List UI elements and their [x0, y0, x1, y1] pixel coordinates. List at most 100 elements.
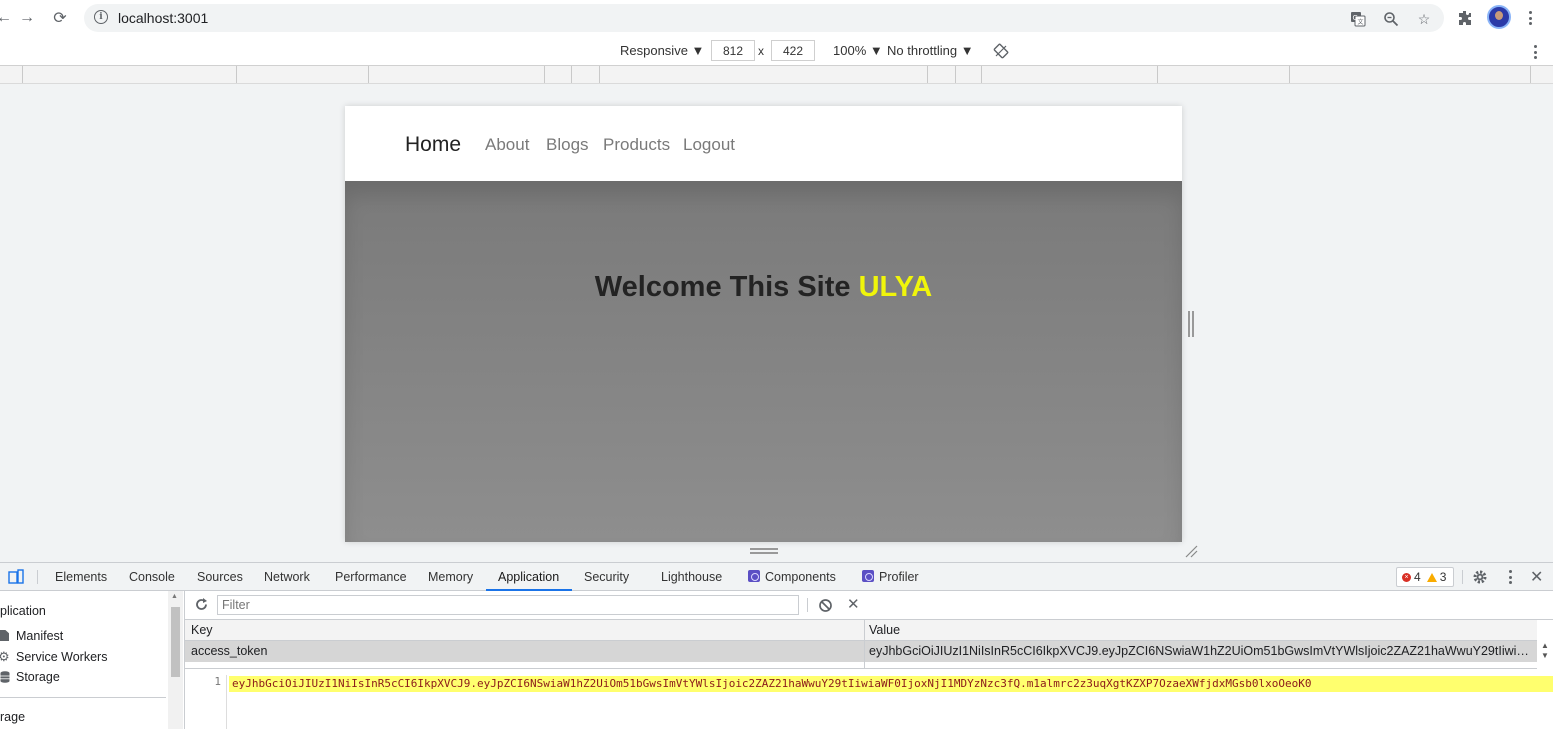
value-preview: 1 eyJhbGciOiJIUzI1NiIsInR5cCI6IkpXVCJ9.e…	[185, 670, 1553, 729]
tab-security[interactable]: Security	[584, 570, 629, 584]
tab-memory[interactable]: Memory	[428, 570, 473, 584]
react-components-icon	[748, 570, 760, 582]
address-bar[interactable]: i localhost:3001 G文 ☆	[84, 4, 1444, 32]
sidebar-item-manifest[interactable]: Manifest	[16, 629, 63, 643]
error-icon: ×	[1402, 572, 1411, 582]
throttling-select[interactable]: No throttling ▼	[887, 43, 974, 58]
tab-console[interactable]: Console	[129, 570, 175, 584]
zoom-icon[interactable]	[1382, 10, 1400, 28]
line-number: 1	[185, 675, 227, 729]
devtools-tabbar: Elements Console Sources Network Perform…	[0, 563, 1553, 591]
zoom-select[interactable]: 100% ▼	[833, 43, 883, 58]
hero-title: Welcome This Site ULYA	[345, 271, 1182, 304]
refresh-icon[interactable]	[194, 597, 209, 612]
sidebar-scroll-thumb[interactable]	[171, 607, 180, 677]
device-toggle-icon[interactable]	[8, 569, 24, 585]
page-viewport: Home About Blogs Products Logout Welcome…	[345, 106, 1182, 542]
error-count: 4	[1414, 570, 1421, 584]
dimension-separator: x	[758, 44, 764, 58]
device-select[interactable]: Responsive ▼	[620, 43, 704, 58]
close-devtools-icon[interactable]: ✕	[1530, 567, 1543, 587]
delete-selected-icon[interactable]: ✕	[847, 595, 860, 613]
tab-profiler-label: Profiler	[879, 570, 919, 584]
hero-title-highlight: ULYA	[858, 271, 933, 303]
resize-handle-corner[interactable]	[1184, 544, 1198, 558]
sidebar-section-application[interactable]: plication	[0, 604, 46, 618]
table-scroll-up-icon[interactable]: ▲	[1537, 641, 1553, 651]
tab-application[interactable]: Application	[498, 570, 559, 584]
site-info-icon[interactable]: i	[94, 10, 108, 24]
manifest-icon	[0, 630, 9, 641]
settings-gear-icon[interactable]	[1472, 569, 1488, 585]
filter-input[interactable]: Filter	[217, 595, 799, 615]
url-text: localhost:3001	[118, 10, 209, 26]
rotate-icon[interactable]	[993, 43, 1009, 59]
nav-link-products[interactable]: Products	[603, 135, 670, 155]
device-height-input[interactable]: 422	[771, 40, 815, 61]
hero-section: Welcome This Site ULYA	[345, 181, 1182, 542]
react-profiler-icon	[862, 570, 874, 582]
sidebar-item-storage[interactable]: Storage	[16, 670, 60, 684]
device-width-input[interactable]: 812	[711, 40, 755, 61]
resize-handle-right[interactable]	[1188, 311, 1194, 337]
tab-sources[interactable]: Sources	[197, 570, 243, 584]
device-toolbar: Responsive ▼ 812 x 422 100% ▼ No throttl…	[0, 36, 1553, 66]
browser-menu-icon[interactable]	[1522, 9, 1538, 27]
storage-viewer: Filter ✕ Key Value access_token eyJhbGci…	[185, 591, 1553, 729]
empty-row[interactable]	[185, 662, 1537, 669]
tab-profiler[interactable]: Profiler	[862, 570, 919, 584]
warning-count: 3	[1439, 570, 1447, 584]
table-row[interactable]: access_token eyJhbGciOiJIUzI1NiIsInR5cCI…	[185, 641, 1537, 662]
extensions-icon[interactable]	[1453, 6, 1477, 30]
storage-toolbar: Filter ✕	[185, 591, 1553, 620]
back-icon[interactable]: ←	[0, 6, 16, 30]
tab-divider-right	[1462, 570, 1463, 584]
nav-link-about[interactable]: About	[485, 135, 529, 155]
nav-link-blogs[interactable]: Blogs	[546, 135, 589, 155]
storage-db-icon	[0, 671, 10, 683]
tab-network[interactable]: Network	[264, 570, 310, 584]
site-navbar: Home About Blogs Products Logout	[345, 106, 1182, 181]
column-header-key[interactable]: Key	[191, 623, 213, 637]
browser-toolbar: ← → ⟳ i localhost:3001 G文 ☆	[0, 0, 1553, 36]
media-query-ruler[interactable]	[0, 66, 1553, 84]
bookmark-star-icon[interactable]: ☆	[1415, 10, 1433, 28]
clear-all-icon[interactable]	[818, 598, 833, 613]
tab-lighthouse[interactable]: Lighthouse	[661, 570, 722, 584]
translate-icon[interactable]: G文	[1349, 10, 1367, 28]
table-scroll-down-icon[interactable]: ▼	[1537, 651, 1553, 661]
svg-text:文: 文	[1358, 18, 1364, 26]
column-header-value[interactable]: Value	[869, 623, 900, 637]
warning-icon	[1426, 572, 1437, 582]
table-header: Key Value	[185, 620, 1537, 641]
scroll-up-icon[interactable]: ▲	[171, 593, 178, 600]
preview-code-line[interactable]: eyJhbGciOiJIUzI1NiIsInR5cCI6IkpXVCJ9.eyJ…	[229, 676, 1553, 692]
sidebar-divider	[0, 697, 166, 698]
column-divider[interactable]	[864, 620, 865, 669]
devtools-more-icon[interactable]	[1502, 568, 1518, 586]
tab-components[interactable]: Components	[748, 570, 836, 584]
tab-performance[interactable]: Performance	[335, 570, 407, 584]
toolbar-divider	[807, 598, 808, 612]
hero-title-text: Welcome This Site	[594, 271, 851, 303]
tab-elements[interactable]: Elements	[55, 570, 107, 584]
nav-link-logout[interactable]: Logout	[683, 135, 735, 155]
reload-icon[interactable]: ⟳	[48, 6, 72, 30]
device-more-icon[interactable]	[1527, 43, 1543, 61]
tab-divider	[37, 570, 38, 584]
devtools-panel: Elements Console Sources Network Perform…	[0, 562, 1553, 729]
sidebar-item-service-workers[interactable]: Service Workers	[16, 650, 107, 664]
service-workers-gear-icon: ⚙	[0, 649, 10, 664]
table-scrollbar[interactable]: ▲ ▼	[1537, 641, 1553, 669]
application-sidebar: plication Manifest ⚙ Service Workers Sto…	[0, 591, 185, 729]
row-key[interactable]: access_token	[191, 644, 859, 658]
row-value[interactable]: eyJhbGciOiJIUzI1NiIsInR5cCI6IkpXVCJ9.eyJ…	[869, 644, 1533, 658]
issues-counter[interactable]: × 4 3	[1396, 567, 1454, 587]
sidebar-section-storage[interactable]: rage	[0, 710, 25, 724]
forward-icon[interactable]: →	[15, 6, 39, 30]
tab-components-label: Components	[765, 570, 836, 584]
nav-brand-home[interactable]: Home	[405, 133, 461, 157]
resize-handle-bottom[interactable]	[750, 548, 778, 554]
profile-avatar[interactable]	[1487, 5, 1511, 29]
sidebar-scrollbar[interactable]: ▲	[168, 591, 183, 729]
